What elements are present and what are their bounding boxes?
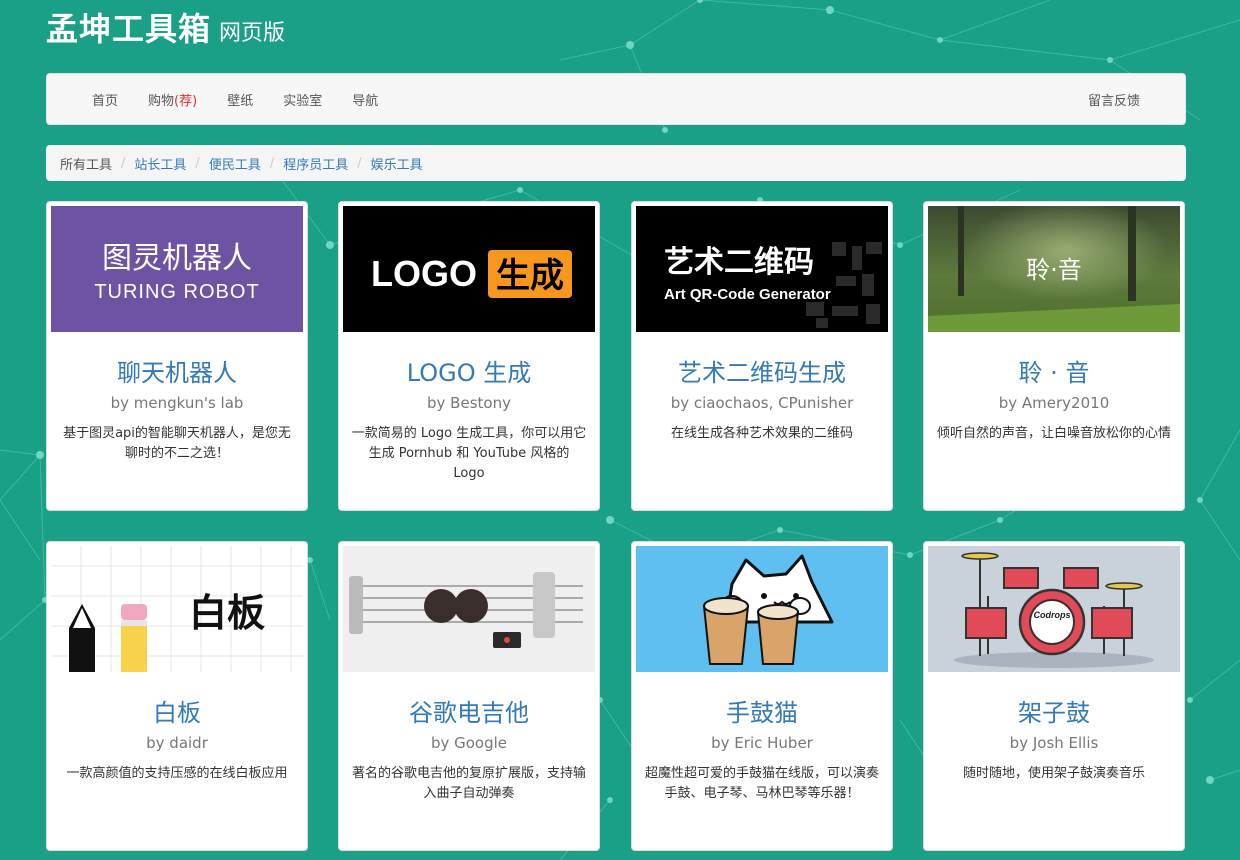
card-author: by Amery2010 xyxy=(998,394,1110,412)
card-description: 超魔性超可爱的手鼓猫在线版，可以演奏手鼓、电子琴、马林巴琴等乐器！ xyxy=(644,766,879,801)
art-qrcode-thumbnail: 艺术二维码 Art QR-Code Generator xyxy=(636,206,888,332)
tool-card-whiteboard[interactable]: 白板 白板 by daidr 一款高颜值的支持压感的在线白板应用 xyxy=(46,541,308,851)
card-title: LOGO 生成 xyxy=(406,359,532,387)
nature-sound-thumbnail: 聆·音 xyxy=(928,206,1180,332)
turing-thumb-en: TURING ROBOT xyxy=(94,281,259,303)
card-title: 聊天机器人 xyxy=(117,359,237,387)
card-author: by Bestony xyxy=(427,394,511,412)
nav-item-shopping-label: 购物 xyxy=(148,93,175,109)
ling-thumb-text: 聆·音 xyxy=(1026,256,1082,284)
card-author: by daidr xyxy=(146,734,208,752)
card-description: 基于图灵api的智能聊天机器人，是您无聊时的不二之选！ xyxy=(63,426,291,461)
breadcrumb-entertainment-tools[interactable]: 娱乐工具 xyxy=(371,154,423,173)
breadcrumb-webmaster-tools[interactable]: 站长工具 xyxy=(134,154,186,173)
logo-thumb-part2: 生成 xyxy=(496,256,564,296)
drum-thumb-brand: Codrops xyxy=(1034,610,1071,620)
nav-item-navigation[interactable]: 导航 xyxy=(337,90,393,109)
breadcrumb-separator: / xyxy=(121,155,126,171)
recommend-badge: (荐) xyxy=(174,93,198,109)
card-description: 随时随地，使用架子鼓演奏音乐 xyxy=(962,766,1145,781)
card-author: by Google xyxy=(430,734,508,752)
electric-guitar-thumbnail xyxy=(343,546,595,672)
breadcrumb-separator: / xyxy=(269,155,275,171)
turing-robot-thumbnail: 图灵机器人 TURING ROBOT xyxy=(51,206,303,332)
feedback-link[interactable]: 留言反馈 xyxy=(1073,90,1155,109)
whiteboard-thumb-text: 白板 xyxy=(189,591,265,635)
card-title: 架子鼓 xyxy=(1018,699,1090,727)
turing-thumb-cn: 图灵机器人 xyxy=(102,241,252,276)
card-description: 一款高颜值的支持压感的在线白板应用 xyxy=(66,766,288,781)
card-title: 白板 xyxy=(153,699,201,727)
tool-card-nature-sound[interactable]: 聆·音 聆 · 音 by Amery2010 倾听自然的声音，让白噪音放松你的心… xyxy=(923,201,1185,511)
breadcrumb: 所有工具 / 站长工具 / 便民工具 / 程序员工具 / 娱乐工具 xyxy=(46,145,1186,181)
tool-card-drum-kit[interactable]: Codrops 架子鼓 by Josh Ellis 随时随地，使用架子鼓演奏音乐 xyxy=(923,541,1185,851)
site-title[interactable]: 孟坤工具箱 网页版 xyxy=(46,4,285,48)
breadcrumb-convenience-tools[interactable]: 便民工具 xyxy=(209,154,261,173)
navbar: 首页 购物(荐) 壁纸 实验室 导航 留言反馈 xyxy=(46,73,1186,125)
nav-item-shopping[interactable]: 购物(荐) xyxy=(133,90,212,109)
card-title: 谷歌电吉他 xyxy=(409,699,529,727)
qr-thumb-cn: 艺术二维码 xyxy=(664,245,814,280)
tool-card-bongo-cat[interactable]: 手鼓猫 by Eric Huber 超魔性超可爱的手鼓猫在线版，可以演奏手鼓、电… xyxy=(631,541,893,851)
nav-menu: 首页 购物(荐) 壁纸 实验室 导航 xyxy=(77,74,393,124)
nav-item-home[interactable]: 首页 xyxy=(77,90,133,109)
tool-card-qrcode[interactable]: 艺术二维码 Art QR-Code Generator 艺术二维码生成 by c… xyxy=(631,201,893,511)
breadcrumb-all-tools: 所有工具 xyxy=(60,157,113,173)
card-description: 著名的谷歌电吉他的复原扩展版，支持输入曲子自动弹奏 xyxy=(351,766,586,801)
qr-thumb-en: Art QR-Code Generator xyxy=(664,286,831,303)
tool-card-chatbot[interactable]: 图灵机器人 TURING ROBOT 聊天机器人 by mengkun's la… xyxy=(46,201,308,511)
drum-kit-thumbnail: Codrops xyxy=(928,546,1180,672)
card-author: by ciaochaos, CPunisher xyxy=(670,394,854,412)
nav-item-lab[interactable]: 实验室 xyxy=(268,90,337,109)
tool-card-guitar[interactable]: 谷歌电吉他 by Google 著名的谷歌电吉他的复原扩展版，支持输入曲子自动弹… xyxy=(338,541,600,851)
card-author: by Josh Ellis xyxy=(1009,734,1099,752)
tool-card-logo[interactable]: LOGO 生成 LOGO 生成 by Bestony 一款简易的 Logo 生成… xyxy=(338,201,600,511)
nav-item-wallpaper[interactable]: 壁纸 xyxy=(212,90,268,109)
site-title-main: 孟坤工具箱 xyxy=(46,10,212,48)
bongo-cat-thumbnail xyxy=(636,546,888,672)
nav-right: 留言反馈 xyxy=(1073,74,1155,124)
breadcrumb-separator: / xyxy=(357,155,362,171)
card-description: 倾听自然的声音，让白噪音放松你的心情 xyxy=(936,426,1171,441)
card-title: 聆 · 音 xyxy=(1018,359,1090,387)
logo-generator-thumbnail: LOGO 生成 xyxy=(343,206,595,332)
breadcrumb-programmer-tools[interactable]: 程序员工具 xyxy=(283,154,348,173)
breadcrumb-separator: / xyxy=(195,155,200,171)
site-title-sub: 网页版 xyxy=(219,21,286,46)
logo-thumb-part1: LOGO xyxy=(371,253,477,294)
card-description: 一款简易的 Logo 生成工具，你可以用它生成 Pornhub 和 YouTub… xyxy=(351,426,587,481)
card-author: by Eric Huber xyxy=(711,734,813,752)
card-title: 手鼓猫 xyxy=(726,699,798,727)
card-description: 在线生成各种艺术效果的二维码 xyxy=(670,426,853,441)
card-title: 艺术二维码生成 xyxy=(678,359,846,387)
card-author: by mengkun's lab xyxy=(110,394,244,412)
whiteboard-thumbnail: 白板 xyxy=(51,546,303,672)
